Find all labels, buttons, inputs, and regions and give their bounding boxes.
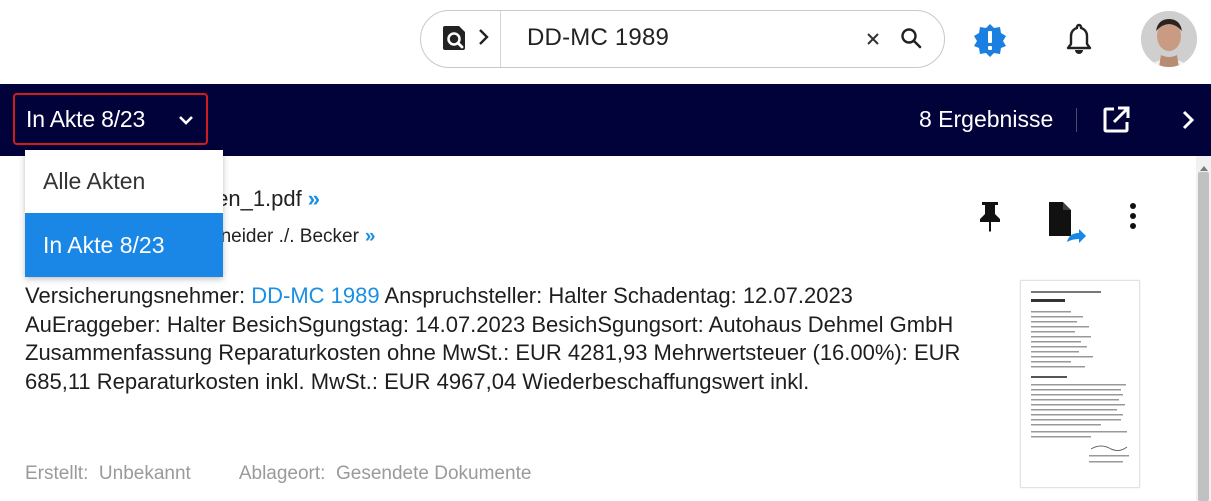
- divider: [1076, 108, 1077, 132]
- avatar[interactable]: [1141, 11, 1197, 67]
- search-box[interactable]: DD-MC 1989: [420, 10, 945, 68]
- result-navigation-bar: In Akte 8/23 8 Ergebnisse: [0, 84, 1211, 156]
- document-thumbnail[interactable]: [1020, 280, 1140, 488]
- open-external-icon[interactable]: [1100, 104, 1132, 141]
- search-input[interactable]: DD-MC 1989: [527, 24, 669, 52]
- scrollbar-thumb[interactable]: [1198, 172, 1209, 501]
- chevron-right-icon[interactable]: [1180, 108, 1196, 137]
- bell-icon[interactable]: [1064, 22, 1094, 61]
- chevron-right-icon: [477, 28, 489, 51]
- search-scope-button[interactable]: [421, 11, 501, 67]
- location-label: Ablageort:: [238, 463, 326, 484]
- document-share-icon[interactable]: [1045, 200, 1087, 251]
- result-filename[interactable]: ten_1.pdf»: [210, 186, 320, 212]
- snippet-highlight: DD-MC 1989: [251, 283, 380, 308]
- search-scope-icon: [441, 23, 469, 56]
- result-case-text: nneider ./. Becker: [210, 226, 359, 247]
- location-value: Gesendete Dokumente: [336, 463, 532, 484]
- created-label: Erstellt:: [25, 463, 89, 484]
- pin-icon[interactable]: [977, 200, 1003, 237]
- result-case[interactable]: nneider ./. Becker »: [210, 226, 376, 248]
- search-icon[interactable]: [899, 26, 923, 55]
- clear-icon[interactable]: [863, 29, 883, 54]
- result-count: 8 Ergebnisse: [919, 106, 1054, 132]
- scope-dropdown-menu: Alle Akten In Akte 8/23: [25, 150, 223, 277]
- alert-badge-icon[interactable]: [972, 22, 1008, 63]
- filename-link-icon[interactable]: »: [308, 186, 320, 211]
- scope-select-label: In Akte 8/23: [26, 105, 146, 132]
- case-link-icon[interactable]: »: [365, 226, 376, 247]
- dropdown-option-in-akte[interactable]: In Akte 8/23: [25, 213, 223, 277]
- result-meta: Erstellt: Unbekannt Ablageort: Gesendete …: [25, 463, 531, 485]
- result-snippet: Versicherungsnehmer: DD-MC 1989 Anspruch…: [25, 282, 975, 396]
- snippet-prefix: Versicherungsnehmer:: [25, 283, 252, 308]
- created-value: Unbekannt: [98, 463, 191, 484]
- dropdown-option-alle-akten[interactable]: Alle Akten: [25, 150, 223, 213]
- chevron-down-icon: [176, 110, 196, 135]
- top-bar: DD-MC 1989: [0, 0, 1211, 84]
- scope-select[interactable]: In Akte 8/23: [13, 93, 208, 145]
- more-vert-icon[interactable]: [1128, 202, 1138, 235]
- result-filename-text: ten_1.pdf: [210, 186, 302, 211]
